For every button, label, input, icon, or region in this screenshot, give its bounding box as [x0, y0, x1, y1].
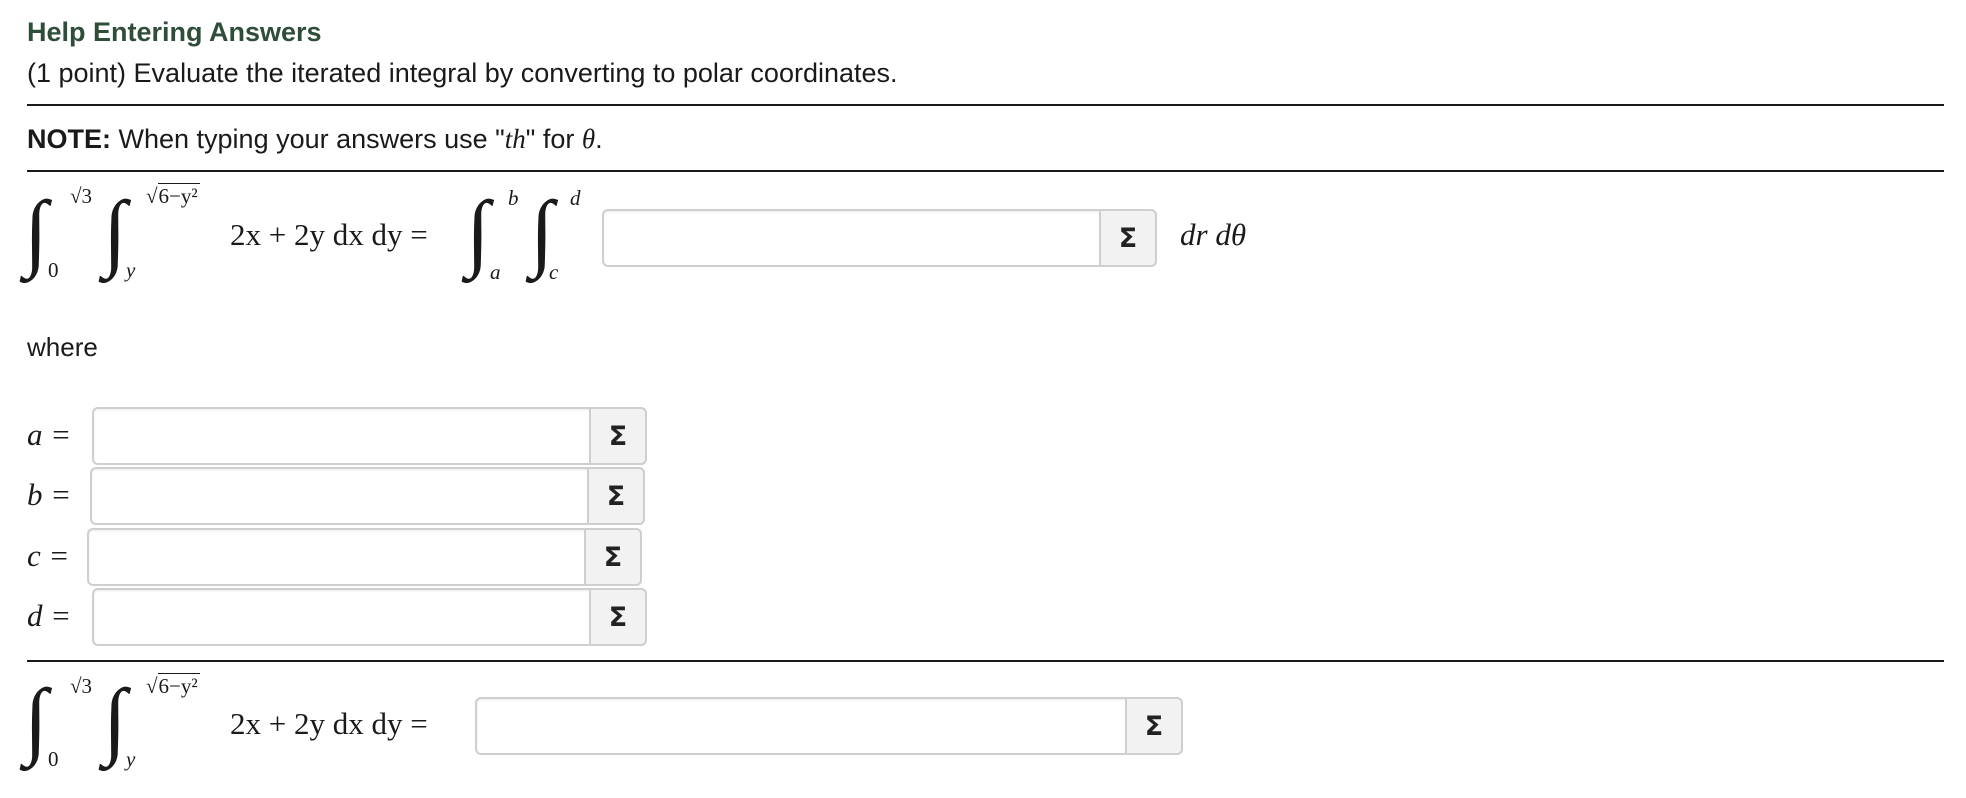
answer-input-c[interactable] — [89, 530, 582, 584]
inner-lower-limit: y — [126, 258, 136, 282]
outer-integral-sign: ∫ — [24, 183, 48, 279]
sigma-icon[interactable]: Σ — [589, 588, 647, 646]
final-answer-input[interactable] — [477, 699, 1123, 753]
integrand-expression: 2x + 2y dx dy = — [230, 217, 428, 252]
polar-inner-upper-limit: d — [570, 186, 581, 210]
inner-upper-radicand: 6−y² — [157, 183, 200, 208]
final-inner-upper-root: √ — [146, 674, 158, 698]
answer-field-b: Σ — [90, 467, 645, 525]
note-line: NOTE: When typing your answers use "th" … — [27, 124, 603, 155]
answer-input-b[interactable] — [92, 469, 585, 523]
sigma-icon[interactable]: Σ — [584, 528, 642, 586]
polar-inner-lower-limit: c — [549, 260, 559, 284]
variable-label-d: d = — [27, 598, 72, 633]
final-outer-lower-limit: 0 — [48, 747, 59, 771]
answer-field-d: Σ — [92, 588, 647, 646]
polar-integrand-answer-field: Σ — [602, 209, 1157, 267]
divider-bottom — [27, 660, 1944, 662]
where-text: where — [27, 332, 98, 362]
polar-integrand-input[interactable] — [604, 211, 1097, 265]
inner-integral-sign: ∫ — [103, 183, 127, 279]
outer-lower-limit: 0 — [48, 258, 59, 282]
inner-upper-root: √ — [146, 184, 158, 208]
sigma-icon[interactable]: Σ — [1099, 209, 1157, 267]
polar-differential: dr dθ — [1180, 217, 1247, 252]
final-inner-lower-limit: y — [126, 747, 136, 771]
polar-outer-lower-limit: a — [490, 260, 501, 284]
variable-label-b: b = — [27, 477, 72, 512]
final-outer-upper-limit: √3 — [70, 674, 93, 698]
polar-outer-integral-sign: ∫ — [466, 183, 490, 279]
divider-top — [27, 104, 1944, 106]
final-integrand-expression: 2x + 2y dx dy = — [230, 706, 428, 741]
final-outer-integral-sign: ∫ — [24, 671, 48, 767]
note-code: th — [504, 124, 526, 154]
final-inner-integral-sign: ∫ — [103, 671, 127, 767]
note-theta: θ — [581, 124, 596, 154]
sigma-icon[interactable]: Σ — [587, 467, 645, 525]
problem-prompt: (1 point) Evaluate the iterated integral… — [27, 58, 898, 88]
help-entering-answers-link[interactable]: Help Entering Answers — [27, 17, 322, 48]
answer-field-a: Σ — [92, 407, 647, 465]
sigma-icon[interactable]: Σ — [1125, 697, 1183, 755]
inner-upper-limit: √6−y² — [146, 183, 200, 208]
note-text-before: When typing your answers use " — [111, 124, 505, 154]
note-text-after: " for — [525, 124, 582, 154]
divider-note — [27, 170, 1944, 172]
sigma-icon[interactable]: Σ — [589, 407, 647, 465]
answer-input-d[interactable] — [94, 590, 587, 644]
answer-field-c: Σ — [87, 528, 642, 586]
answer-input-a[interactable] — [94, 409, 587, 463]
polar-outer-upper-limit: b — [508, 186, 519, 210]
variable-label-a: a = — [27, 417, 72, 452]
note-period: . — [595, 124, 603, 154]
variable-label-c: c = — [27, 538, 70, 573]
final-inner-upper-limit: √6−y² — [146, 673, 200, 698]
final-answer-field: Σ — [475, 697, 1183, 755]
note-label: NOTE: — [27, 124, 111, 154]
final-inner-upper-radicand: 6−y² — [157, 673, 200, 698]
outer-upper-limit: √3 — [70, 184, 93, 208]
